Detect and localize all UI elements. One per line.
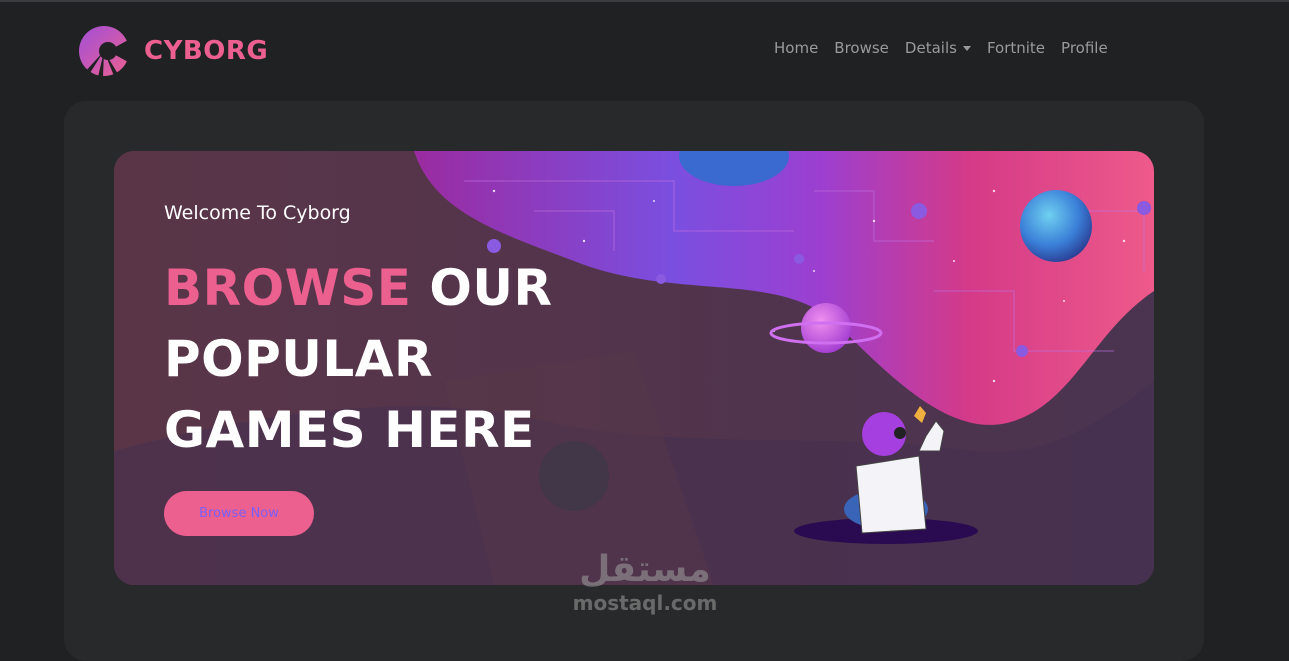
- hero-headline: BROWSE OUR POPULAR GAMES HERE: [164, 253, 594, 466]
- chevron-down-icon: [962, 45, 971, 51]
- nav-label: Details: [904, 39, 957, 57]
- nav-item-home[interactable]: Home: [774, 39, 818, 57]
- welcome-text: Welcome To Cyborg: [164, 202, 351, 224]
- nav-label: Browse: [834, 39, 889, 57]
- brand-name: CYBORG: [144, 36, 269, 66]
- watermark-latin: mostaql.com: [572, 591, 718, 615]
- nav-label: Fortnite: [986, 39, 1046, 57]
- cyborg-logo-icon: [79, 26, 130, 77]
- headline-highlight: BROWSE: [164, 259, 412, 317]
- nav-label: Profile: [1061, 39, 1108, 57]
- nav-item-profile[interactable]: Profile: [1061, 39, 1108, 57]
- logo[interactable]: CYBORG: [78, 25, 268, 77]
- nav-item-fortnite[interactable]: Fortnite: [987, 39, 1045, 57]
- watermark: مستقل mostaql.com: [560, 548, 730, 628]
- main-nav: Home Browse Details Fortnite Profile: [774, 39, 1108, 57]
- nav-label: Home: [774, 39, 819, 57]
- watermark-arabic: مستقل: [579, 549, 711, 590]
- nav-item-details[interactable]: Details: [905, 39, 971, 57]
- hero-banner: Welcome To Cyborg BROWSE OUR POPULAR GAM…: [114, 151, 1154, 585]
- site-header: CYBORG Home Browse Details Fortnite Prof…: [0, 0, 1289, 100]
- nav-item-browse[interactable]: Browse: [834, 39, 889, 57]
- browse-now-button[interactable]: Browse Now: [164, 491, 314, 536]
